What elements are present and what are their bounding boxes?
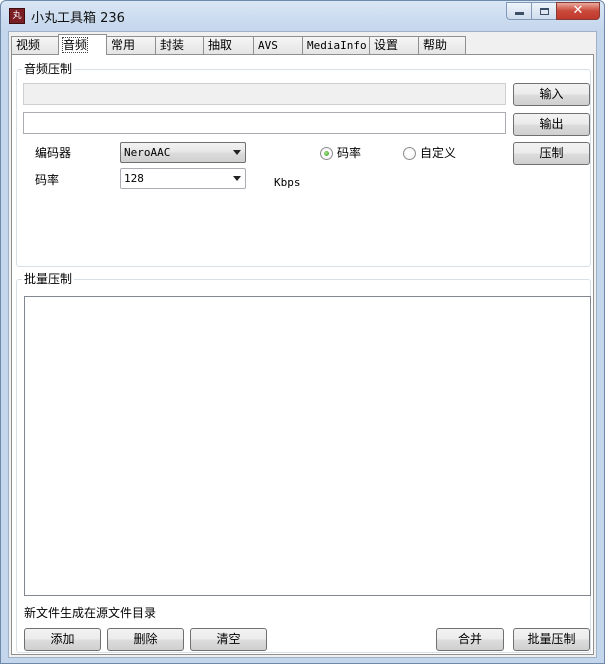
bitrate-unit: Kbps [274, 176, 301, 189]
title-bar[interactable]: 丸 小丸工具箱 236 ✕ [1, 1, 606, 31]
tab-label: MediaInfo [307, 39, 367, 52]
tab-audio[interactable]: 音频 [58, 34, 107, 55]
bitrate-value: 128 [124, 172, 144, 185]
tab-avs[interactable]: AVS [253, 36, 303, 55]
client-area: 视频 音频 常用 封装 抽取 AVS MediaInfo 设置 帮助 音频压制 … [8, 31, 597, 658]
delete-button[interactable]: 删除 [107, 628, 184, 651]
custom-mode-radio[interactable] [403, 147, 416, 160]
custom-mode-label: 自定义 [420, 146, 457, 160]
caption-buttons: ✕ [506, 2, 600, 20]
tab-extract[interactable]: 抽取 [203, 36, 254, 55]
chevron-down-icon [233, 150, 241, 155]
add-button[interactable]: 添加 [24, 628, 101, 651]
merge-button[interactable]: 合并 [436, 628, 504, 651]
tab-label: 常用 [111, 38, 136, 52]
encoder-label: 编码器 [35, 146, 72, 160]
tab-label: 封装 [160, 38, 185, 52]
minimize-icon [514, 12, 524, 15]
group-title: 批量压制 [22, 272, 75, 286]
tab-mediainfo[interactable]: MediaInfo [302, 36, 370, 55]
batch-compress-button[interactable]: 批量压制 [513, 628, 590, 651]
maximize-icon [539, 7, 549, 15]
tab-label: 设置 [374, 38, 399, 52]
tab-label: 视频 [16, 38, 41, 52]
minimize-button[interactable] [506, 2, 532, 20]
tab-strip: 视频 音频 常用 封装 抽取 AVS MediaInfo 设置 帮助 [11, 34, 466, 55]
bitrate-mode-radio[interactable] [320, 147, 333, 160]
input-file-field[interactable] [23, 83, 506, 105]
encoder-select[interactable]: NeroAAC [120, 142, 246, 163]
group-title: 音频压制 [22, 62, 75, 76]
tab-common[interactable]: 常用 [106, 36, 156, 55]
bitrate-select[interactable]: 128 [120, 168, 246, 189]
audio-tab-panel: 音频压制 输入 输出 编码器 NeroAAC 码率 自定义 压制 码率 128 [11, 54, 594, 655]
radio-selected-dot [324, 151, 329, 156]
tab-label: 帮助 [423, 38, 448, 52]
tab-video[interactable]: 视频 [11, 36, 59, 55]
close-button[interactable]: ✕ [556, 2, 600, 20]
tab-settings[interactable]: 设置 [369, 36, 419, 55]
maximize-button[interactable] [531, 2, 557, 20]
output-location-note: 新文件生成在源文件目录 [24, 606, 157, 620]
tab-help[interactable]: 帮助 [418, 36, 466, 55]
app-window: 丸 小丸工具箱 236 ✕ 视频 音频 常用 封装 抽取 AVS MediaIn… [0, 0, 605, 664]
tab-label: AVS [258, 39, 278, 52]
chevron-down-icon [233, 176, 241, 181]
clear-button[interactable]: 清空 [190, 628, 267, 651]
tab-label: 音频 [61, 37, 89, 53]
tab-label: 抽取 [208, 38, 233, 52]
bitrate-mode-label: 码率 [337, 146, 362, 160]
close-icon: ✕ [572, 3, 584, 18]
bitrate-label: 码率 [35, 173, 60, 187]
encoder-value: NeroAAC [124, 146, 171, 159]
compress-button[interactable]: 压制 [513, 142, 590, 165]
output-file-field[interactable] [23, 112, 506, 134]
app-icon[interactable]: 丸 [9, 8, 25, 24]
tab-mux[interactable]: 封装 [155, 36, 204, 55]
output-button[interactable]: 输出 [513, 113, 590, 136]
window-title: 小丸工具箱 236 [31, 11, 125, 26]
batch-file-list[interactable] [24, 296, 591, 596]
input-button[interactable]: 输入 [513, 83, 590, 106]
